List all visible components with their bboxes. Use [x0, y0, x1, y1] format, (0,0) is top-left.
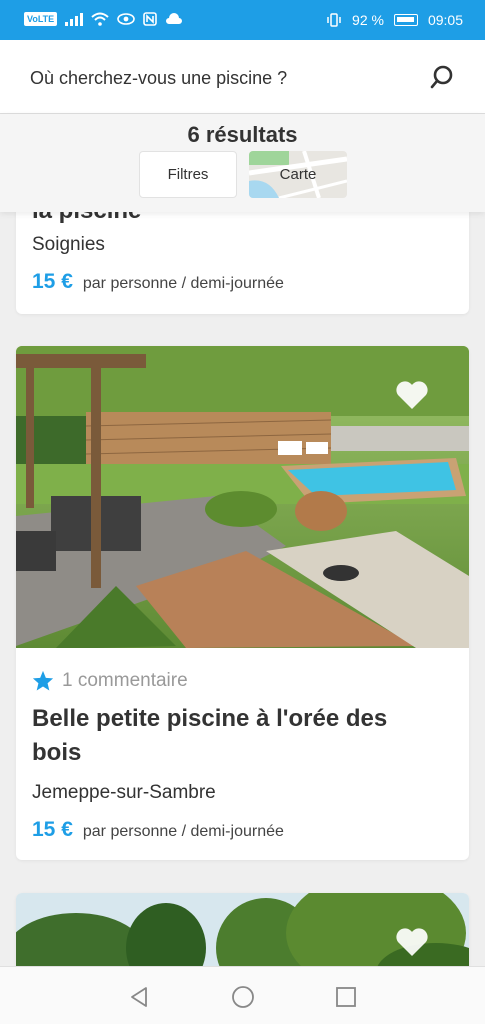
nfc-icon — [143, 12, 157, 26]
price-unit: par personne / demi-journée — [82, 823, 284, 840]
listing-city: Jemeppe-sur-Sambre — [32, 782, 216, 803]
system-nav-bar — [0, 966, 485, 1024]
battery-percent: 92 % — [352, 12, 384, 28]
cloud-icon — [166, 13, 183, 24]
reviews-summary[interactable]: 1 commentaire — [32, 670, 188, 692]
map-button[interactable]: Carte — [249, 151, 347, 198]
back-icon[interactable] — [128, 985, 152, 1009]
status-left: VoLTE — [24, 12, 183, 26]
reviews-count: 1 commentaire — [62, 670, 188, 691]
wifi-icon — [91, 12, 109, 26]
home-icon[interactable] — [231, 985, 255, 1009]
price-amount: 15 € — [32, 818, 73, 841]
eye-icon — [117, 13, 135, 25]
listing-price: 15 € par personne / demi-journée — [32, 818, 284, 842]
price-amount: 15 € — [32, 270, 73, 293]
listing-card[interactable]: 1 commentaire Belle petite piscine à l'o… — [16, 346, 469, 860]
map-button-label: Carte — [279, 166, 317, 183]
filters-button[interactable]: Filtres — [139, 151, 237, 198]
listing-city: Soignies — [32, 234, 105, 255]
signal-icon — [65, 12, 84, 26]
vibrate-icon — [327, 13, 341, 27]
search-bar[interactable]: Où cherchez-vous une piscine ? — [0, 40, 485, 114]
recents-icon[interactable] — [334, 985, 358, 1009]
volte-badge: VoLTE — [24, 12, 58, 26]
star-icon — [32, 670, 54, 691]
status-right: 92 % 09:05 — [326, 12, 463, 28]
listing-price: 15 € par personne / demi-journée — [32, 270, 284, 294]
price-unit: par personne / demi-journée — [82, 275, 284, 292]
result-count: 6 résultats — [187, 122, 298, 147]
results-header: 6 résultats Filtres Carte — [0, 114, 485, 212]
battery-icon — [393, 14, 418, 26]
clock: 09:05 — [427, 12, 463, 28]
listing-title: Belle petite piscine à l'orée des bois — [32, 705, 388, 766]
favorite-heart-icon[interactable] — [395, 927, 429, 957]
search-icon[interactable] — [427, 62, 457, 92]
status-bar: VoLTE 92 % 09:05 — [0, 0, 485, 40]
search-input[interactable]: Où cherchez-vous une piscine ? — [30, 68, 287, 89]
favorite-heart-icon[interactable] — [395, 380, 429, 410]
